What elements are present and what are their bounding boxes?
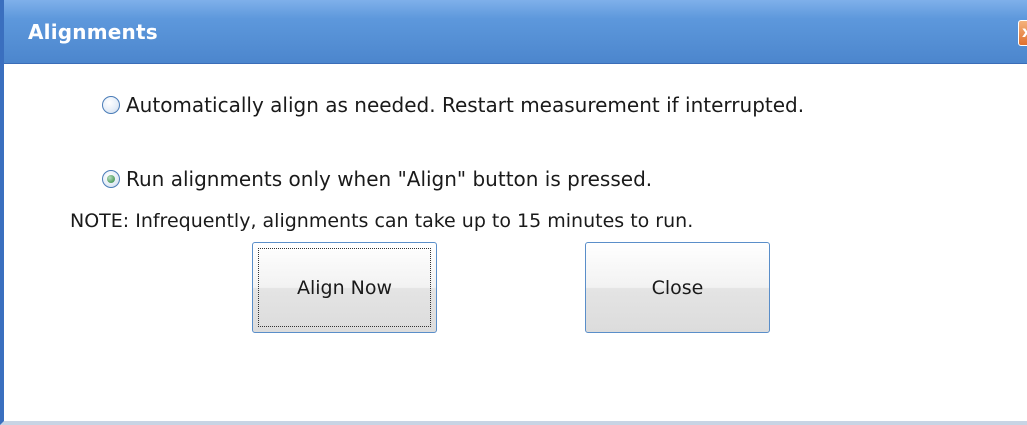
align-now-button[interactable]: Align Now [252,242,437,333]
radio-selected-dot [107,175,115,183]
radio-option-manual-align[interactable]: Run alignments only when "Align" button … [102,167,652,191]
align-now-button-label: Align Now [296,276,393,299]
close-icon[interactable]: x [1018,20,1027,46]
radio-button-selected[interactable] [102,170,120,188]
alignments-dialog: Alignments x Automatically align as need… [0,0,1027,425]
dialog-title: Alignments [28,20,158,44]
radio-option-auto-align[interactable]: Automatically align as needed. Restart m… [102,93,804,117]
radio-button-unselected[interactable] [102,96,120,114]
note-text: NOTE: Infrequently, alignments can take … [70,210,694,232]
radio-option-auto-align-label: Automatically align as needed. Restart m… [126,93,805,117]
radio-option-manual-align-label: Run alignments only when "Align" button … [126,167,653,191]
close-button-label: Close [651,276,704,299]
title-bar[interactable]: Alignments x [4,0,1027,64]
close-button[interactable]: Close [585,242,770,333]
